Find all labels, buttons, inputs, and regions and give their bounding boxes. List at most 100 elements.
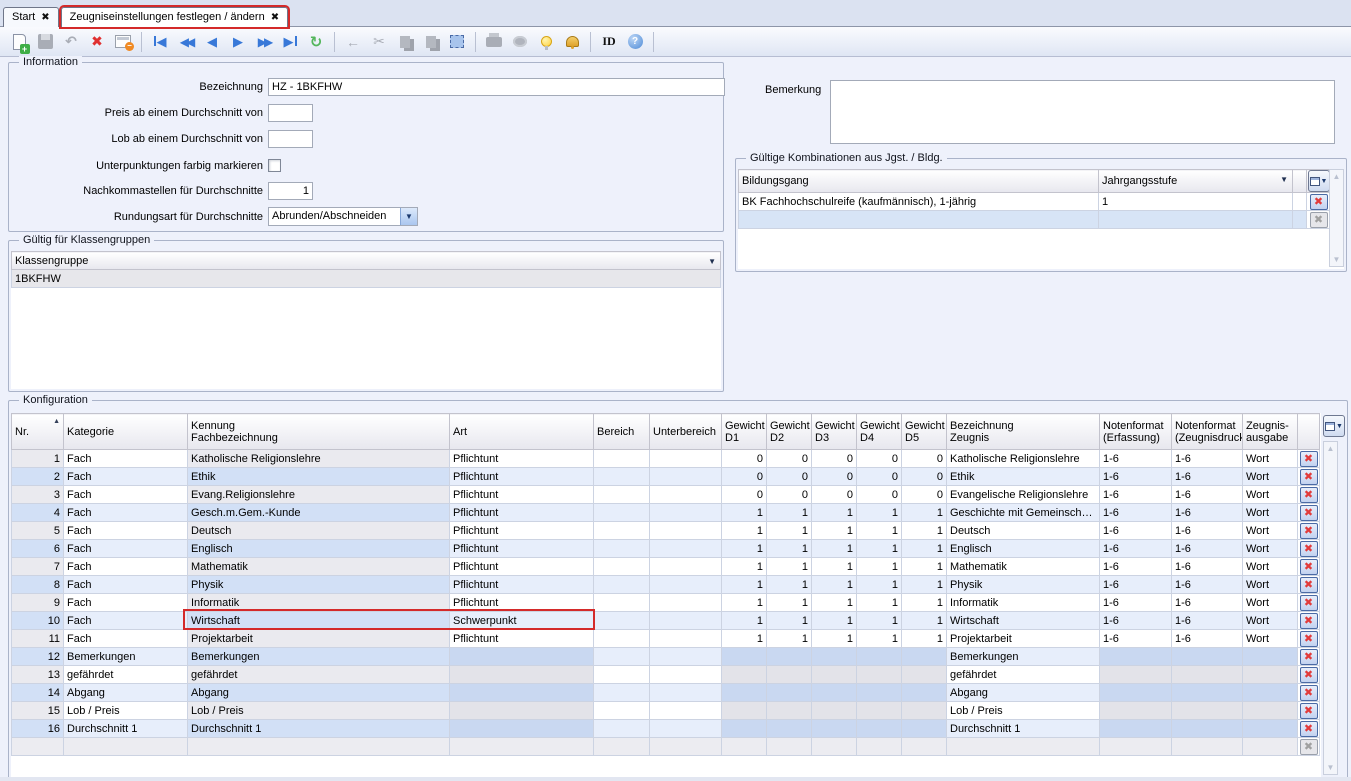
cell-nr[interactable]: 10 xyxy=(12,612,64,630)
cell-aus[interactable]: Wort xyxy=(1243,522,1298,540)
nav-next-page-button[interactable]: ▶▶ xyxy=(252,30,276,54)
cell-art[interactable] xyxy=(450,666,594,684)
cell-d2[interactable]: 1 xyxy=(767,522,812,540)
scroll-down-icon[interactable]: ▼ xyxy=(1333,253,1341,266)
cell-aus[interactable]: Wort xyxy=(1243,450,1298,468)
cell-bez[interactable]: Ethik xyxy=(947,468,1100,486)
cell-d4[interactable]: 1 xyxy=(857,540,902,558)
cell-aus[interactable] xyxy=(1243,666,1298,684)
cell-nfd[interactable] xyxy=(1172,684,1243,702)
cell-d3[interactable]: 1 xyxy=(812,630,857,648)
column-header-klassengruppe[interactable]: Klassengruppe▼ xyxy=(12,252,721,270)
cell-aus[interactable] xyxy=(1243,684,1298,702)
cell-bez[interactable]: Informatik xyxy=(947,594,1100,612)
cell-bez[interactable]: Geschichte mit Gemeinschaf... xyxy=(947,504,1100,522)
cell-nfe[interactable]: 1-6 xyxy=(1100,504,1172,522)
cell-nr[interactable]: 14 xyxy=(12,684,64,702)
cell-unterbereich[interactable] xyxy=(650,648,722,666)
cell-kennung[interactable]: Informatik xyxy=(188,594,450,612)
refresh-button[interactable]: ↻ xyxy=(304,30,328,54)
cell-bereich[interactable] xyxy=(594,450,650,468)
konfiguration-scrollbar[interactable]: ▲ ▼ xyxy=(1323,441,1338,775)
cell-d1[interactable] xyxy=(722,702,767,720)
cell-kategorie[interactable]: Fach xyxy=(64,540,188,558)
cell-spacer[interactable] xyxy=(1293,211,1307,229)
paste-button[interactable] xyxy=(419,30,443,54)
cell-unterbereich[interactable] xyxy=(650,450,722,468)
cell-d2[interactable] xyxy=(767,648,812,666)
cell-art[interactable] xyxy=(450,720,594,738)
cell-nfd[interactable]: 1-6 xyxy=(1172,522,1243,540)
column-header-kennung[interactable]: KennungFachbezeichnung xyxy=(188,414,450,450)
cell-kategorie[interactable]: Fach xyxy=(64,522,188,540)
cut-button[interactable]: ✂ xyxy=(367,30,391,54)
cell-nfd[interactable] xyxy=(1172,648,1243,666)
cell-d3[interactable]: 0 xyxy=(812,450,857,468)
cell-empty[interactable] xyxy=(450,738,594,756)
cell-d5[interactable]: 1 xyxy=(902,630,947,648)
cell-d1[interactable]: 0 xyxy=(722,486,767,504)
cell-bez[interactable]: Wirtschaft xyxy=(947,612,1100,630)
cell-d2[interactable]: 1 xyxy=(767,558,812,576)
new-record-button[interactable]: + xyxy=(7,30,31,54)
column-header-zeugnisausgabe[interactable]: Zeugnis-ausgabe xyxy=(1243,414,1298,450)
cell-d3[interactable]: 1 xyxy=(812,522,857,540)
cell-d1[interactable]: 1 xyxy=(722,630,767,648)
filter-arrow-icon[interactable]: ▼ xyxy=(708,257,716,266)
cell-kennung[interactable]: Bemerkungen xyxy=(188,648,450,666)
cell-d3[interactable]: 1 xyxy=(812,594,857,612)
cell-art[interactable]: Pflichtunt xyxy=(450,468,594,486)
cell-nr[interactable]: 2 xyxy=(12,468,64,486)
cell-d5[interactable] xyxy=(902,648,947,666)
column-header-art[interactable]: Art xyxy=(450,414,594,450)
delete-row-button[interactable]: ✖ xyxy=(1300,685,1318,701)
delete-row-button[interactable]: ✖ xyxy=(1300,595,1318,611)
cell-kategorie[interactable]: Fach xyxy=(64,504,188,522)
cell-nfe[interactable]: 1-6 xyxy=(1100,576,1172,594)
cell-d4[interactable]: 0 xyxy=(857,450,902,468)
cell-d1[interactable] xyxy=(722,684,767,702)
export-button[interactable] xyxy=(508,30,532,54)
cell-kennung[interactable]: Durchschnitt 1 xyxy=(188,720,450,738)
cell-nfd[interactable]: 1-6 xyxy=(1172,504,1243,522)
cell-d2[interactable]: 0 xyxy=(767,450,812,468)
preis-durchschnitt-input[interactable] xyxy=(268,104,313,122)
cell-bereich[interactable] xyxy=(594,720,650,738)
cell-jahrgangsstufe[interactable]: 1 xyxy=(1099,193,1293,211)
delete-row-button[interactable]: ✖ xyxy=(1300,469,1318,485)
cell-bereich[interactable] xyxy=(594,594,650,612)
cell-empty[interactable] xyxy=(650,738,722,756)
cell-nr[interactable]: 1 xyxy=(12,450,64,468)
cell-bereich[interactable] xyxy=(594,540,650,558)
cell-nr[interactable]: 7 xyxy=(12,558,64,576)
cell-d4[interactable] xyxy=(857,648,902,666)
cell-art[interactable]: Schwerpunkt xyxy=(450,612,594,630)
cell-bez[interactable]: Abgang xyxy=(947,684,1100,702)
cell-d2[interactable]: 1 xyxy=(767,612,812,630)
column-header-nr[interactable]: Nr.▲ xyxy=(12,414,64,450)
cell-unterbereich[interactable] xyxy=(650,720,722,738)
delete-row-button[interactable]: ✖ xyxy=(1300,451,1318,467)
cell-art[interactable]: Pflichtunt xyxy=(450,522,594,540)
cell-d5[interactable]: 1 xyxy=(902,522,947,540)
cell-jahrgangsstufe[interactable] xyxy=(1099,211,1293,229)
cell-aus[interactable]: Wort xyxy=(1243,576,1298,594)
cell-kennung[interactable]: Evang.Religionslehre xyxy=(188,486,450,504)
column-chooser-button[interactable]: ▼ xyxy=(1323,415,1345,437)
cell-unterbereich[interactable] xyxy=(650,558,722,576)
id-button[interactable]: ID xyxy=(597,30,621,54)
cell-d5[interactable]: 1 xyxy=(902,594,947,612)
cell-d2[interactable]: 1 xyxy=(767,594,812,612)
cell-art[interactable]: Pflichtunt xyxy=(450,576,594,594)
cell-aus[interactable]: Wort xyxy=(1243,468,1298,486)
cell-d2[interactable]: 1 xyxy=(767,504,812,522)
cell-d5[interactable] xyxy=(902,666,947,684)
cell-unterbereich[interactable] xyxy=(650,540,722,558)
cell-unterbereich[interactable] xyxy=(650,612,722,630)
cell-bereich[interactable] xyxy=(594,576,650,594)
cell-nfe[interactable]: 1-6 xyxy=(1100,540,1172,558)
cell-d4[interactable]: 1 xyxy=(857,630,902,648)
cell-aus[interactable]: Wort xyxy=(1243,540,1298,558)
cell-art[interactable]: Pflichtunt xyxy=(450,594,594,612)
cell-d3[interactable] xyxy=(812,720,857,738)
